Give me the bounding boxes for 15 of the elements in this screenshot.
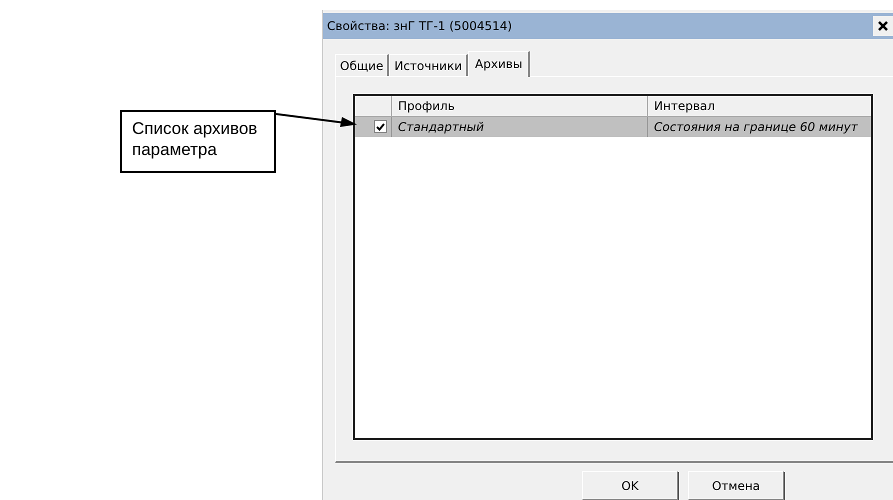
checkbox[interactable]	[374, 120, 387, 134]
table-cell: Состояния на границе 60 минут	[647, 116, 871, 137]
tab[interactable]: Источники	[389, 54, 468, 76]
column-header[interactable]: Профиль	[391, 96, 647, 116]
tab[interactable]: Общие	[335, 54, 390, 76]
close-icon	[877, 20, 889, 32]
list-row[interactable]: Стандартный Состояния на границе 60 минут	[355, 116, 871, 137]
tab[interactable]: Архивы	[468, 50, 530, 77]
callout-label: Список архивов параметра	[120, 110, 276, 173]
ok-button[interactable]: OK	[582, 471, 678, 500]
cancel-button[interactable]: Отмена	[688, 471, 784, 500]
column-header[interactable]: Интервал	[647, 96, 871, 116]
table-cell: Стандартный	[391, 116, 647, 137]
window-title: Свойства: знГ ТГ-1 (5004514)	[327, 18, 512, 33]
close-button[interactable]	[873, 16, 893, 36]
